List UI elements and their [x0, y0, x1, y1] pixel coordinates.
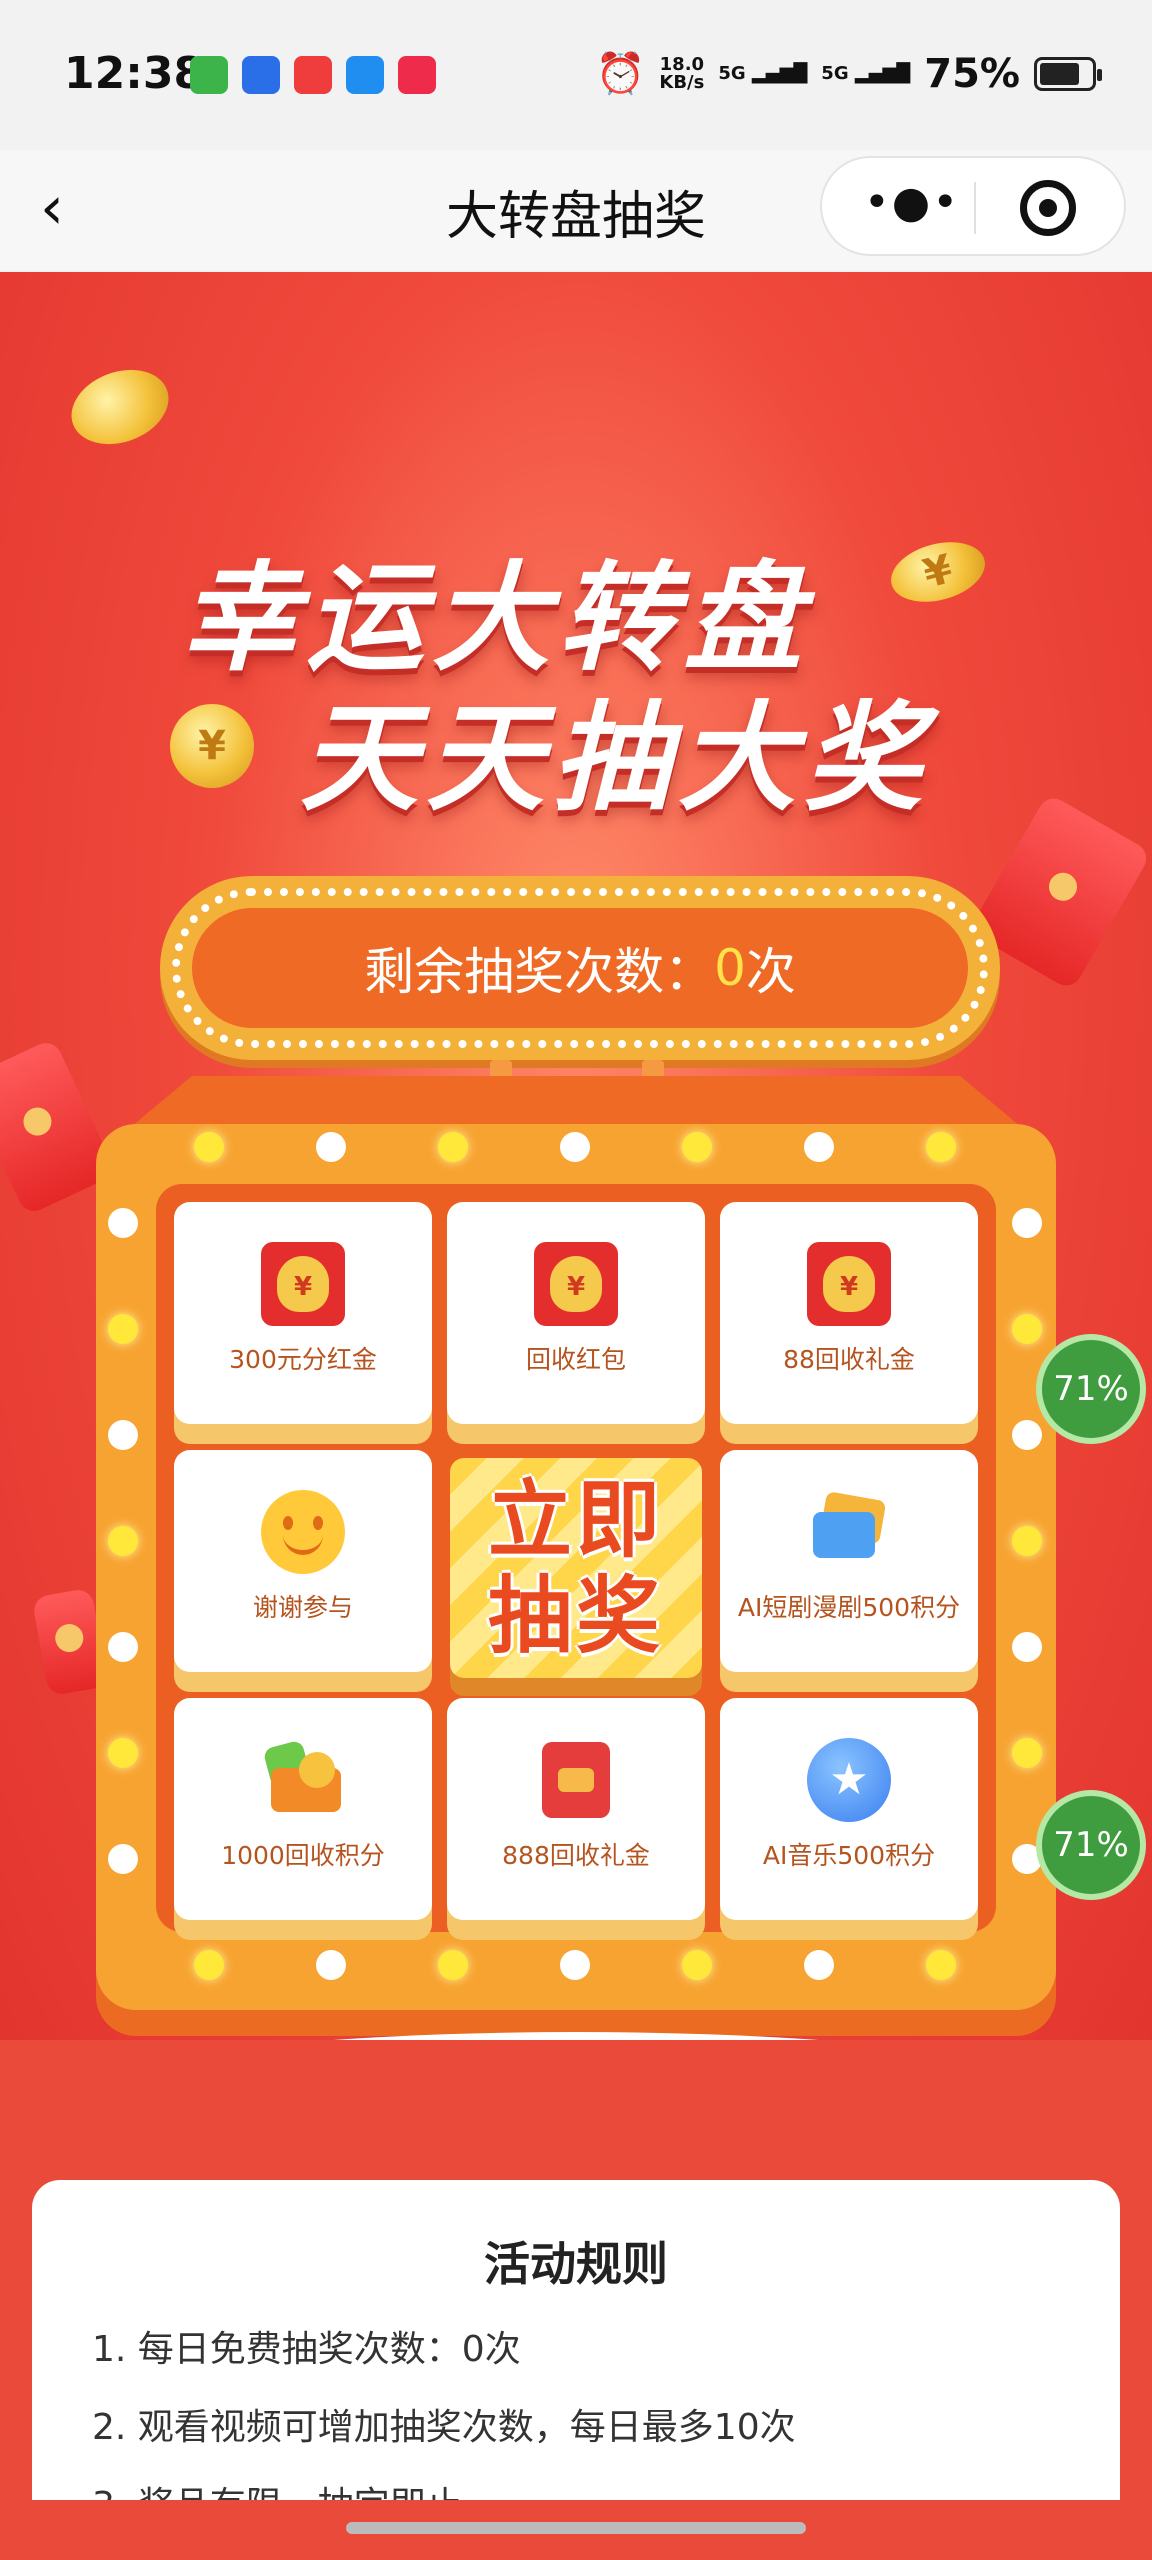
- prize-label: 300元分红金: [229, 1345, 377, 1374]
- smile-icon: [261, 1490, 345, 1574]
- progress-badge[interactable]: 71%: [1036, 1790, 1146, 1900]
- net-speed-unit: KB/s: [659, 71, 705, 93]
- rule-item: 1. 每日免费抽奖次数：0次: [92, 2329, 521, 2370]
- alarm-icon: ⏰: [595, 51, 646, 97]
- prize-label: AI短剧漫剧500积分: [737, 1593, 961, 1622]
- money-bag-icon: [534, 1242, 618, 1326]
- coin-icon: [61, 357, 179, 457]
- status-right: ⏰ 18.0 KB/s 5G ▂▄▆█ 5G ▂▄▆█ 75%: [595, 50, 1102, 97]
- remaining-count-sign: 剩余抽奖次数： 0 次: [160, 876, 1000, 1060]
- prize-cell: 300元分红金: [174, 1202, 432, 1424]
- prize-cell: 谢谢参与: [174, 1450, 432, 1672]
- prize-label: 谢谢参与: [252, 1593, 353, 1622]
- star-icon: ★: [807, 1738, 891, 1822]
- money-bag-icon: [807, 1242, 891, 1326]
- app-notification-icon: [190, 56, 228, 94]
- progress-badge[interactable]: 71%: [1036, 1334, 1146, 1444]
- cards-icon: [807, 1490, 891, 1574]
- draw-now-line2: 抽奖: [487, 1567, 664, 1665]
- clock: 12:38: [64, 48, 205, 99]
- battery-percent: 75%: [924, 50, 1020, 97]
- signal-icon: 5G ▂▄▆█: [718, 63, 808, 84]
- rules-title: 活动规则: [484, 2237, 668, 2291]
- xiaohongshu-icon: [398, 56, 436, 94]
- lottery-hero: ¥ ¥ 幸运大转盘 天天抽大奖 剩余抽奖次数： 0 次 ¥ 300元分红金 ¥ …: [0, 272, 1152, 2122]
- red-envelope-icon: [534, 1738, 618, 1822]
- draw-now-line1: 立即: [487, 1471, 664, 1569]
- prize-label: 88回收礼金: [783, 1345, 915, 1374]
- prize-label: 888回收礼金: [502, 1841, 650, 1870]
- remaining-count-unit: 次: [745, 943, 796, 1001]
- net-speed: 18.0 KB/s: [659, 53, 705, 93]
- app-notification-icon: [346, 56, 384, 94]
- rule-item: 2. 观看视频可增加抽奖次数，每日最多10次: [92, 2407, 796, 2448]
- gift-box-icon: [261, 1738, 345, 1822]
- coin-icon: ¥: [884, 532, 992, 612]
- prize-board: 300元分红金 回收红包 88回收礼金 谢谢参与 AI短剧漫剧500积分: [96, 1124, 1056, 2010]
- signal-icon: 5G ▂▄▆█: [821, 63, 911, 84]
- mini-program-capsule: •●•: [820, 156, 1126, 256]
- prize-cell: AI短剧漫剧500积分: [720, 1450, 978, 1672]
- prize-label: AI音乐500积分: [762, 1841, 936, 1870]
- nav-bar: ‹ 大转盘抽奖 •●•: [0, 150, 1152, 270]
- remaining-count-label: 剩余抽奖次数：: [364, 943, 715, 1001]
- prize-cell: 回收红包: [447, 1202, 705, 1424]
- battery-icon: [1034, 56, 1102, 91]
- money-bag-icon: [261, 1242, 345, 1326]
- remaining-count-value: 0: [714, 939, 746, 997]
- coin-icon: ¥: [170, 704, 254, 788]
- hero-title-line2: 天天抽大奖: [300, 689, 931, 827]
- prize-cell: 1000回收积分: [174, 1698, 432, 1920]
- more-dots-icon[interactable]: •●•: [862, 181, 962, 228]
- prize-cell: ★ AI音乐500积分: [720, 1698, 978, 1920]
- target-close-icon[interactable]: [1020, 180, 1076, 236]
- status-bar: 12:38 ⏰ 18.0 KB/s 5G ▂▄▆█ 5G ▂▄▆█ 75%: [0, 0, 1152, 150]
- prize-label: 回收红包: [525, 1345, 626, 1374]
- notification-icons: [190, 56, 436, 94]
- net-speed-value: 18.0: [659, 53, 705, 75]
- draw-now-button[interactable]: 立即 抽奖: [450, 1458, 702, 1678]
- prize-cell: 88回收礼金: [720, 1202, 978, 1424]
- prize-label: 1000回收积分: [221, 1841, 385, 1870]
- shield-app-icon: [242, 56, 280, 94]
- home-indicator[interactable]: [346, 2522, 806, 2534]
- capsule-divider: [974, 182, 976, 234]
- app-notification-icon: [294, 56, 332, 94]
- prize-cell: 888回收礼金: [447, 1698, 705, 1920]
